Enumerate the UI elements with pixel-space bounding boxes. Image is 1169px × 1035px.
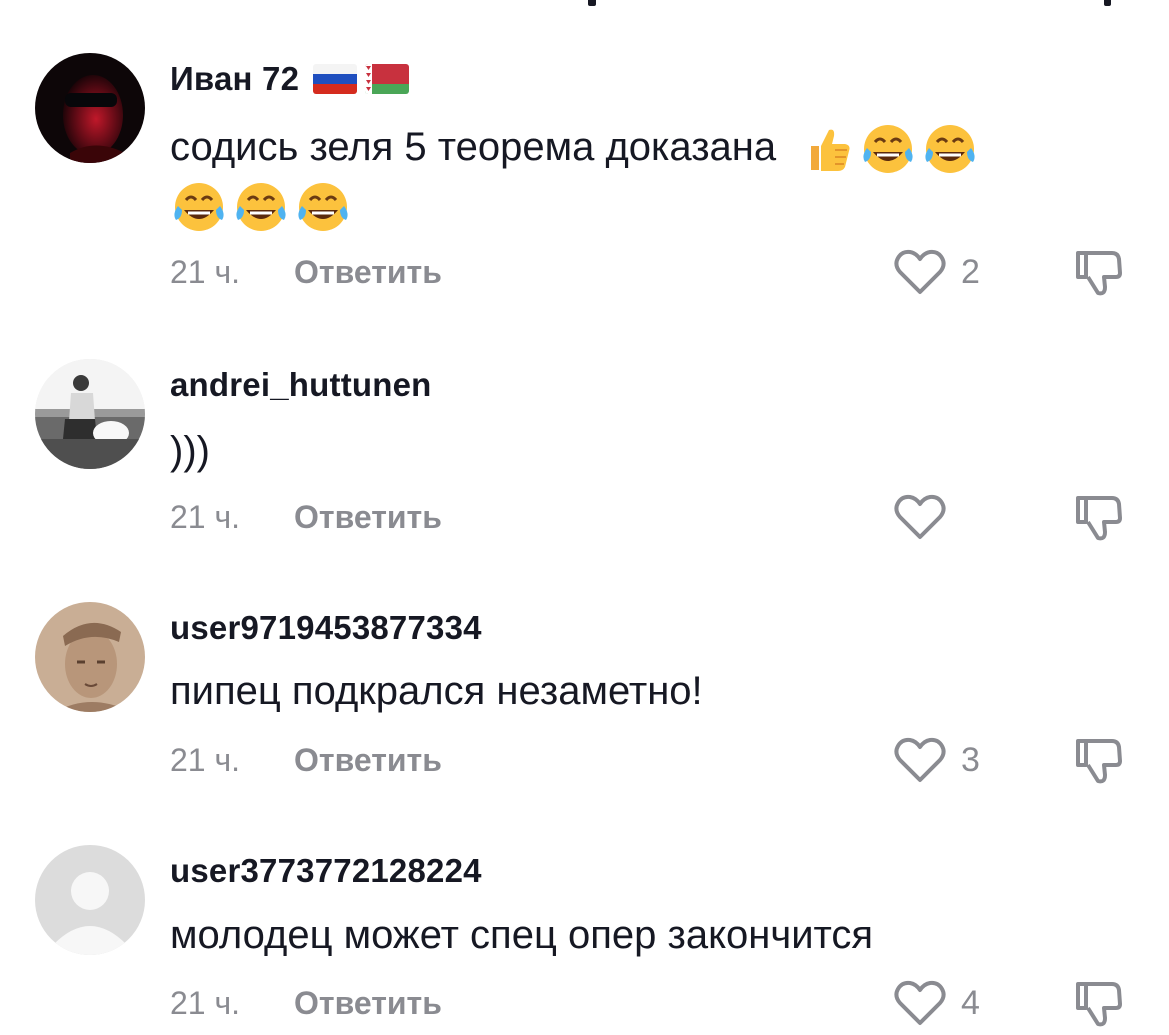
dislike-button[interactable] [1072, 978, 1124, 1030]
reply-button[interactable]: Ответить [294, 742, 442, 779]
avatar[interactable] [35, 602, 145, 712]
like-button[interactable]: 2 [893, 248, 980, 296]
comment-text-content: содись зеля 5 теорема доказана [170, 125, 777, 169]
heart-icon [894, 249, 946, 294]
heart-icon [894, 980, 946, 1025]
comment-text: содись зеля 5 теорема доказана [170, 116, 1130, 236]
like-button[interactable]: 4 [893, 979, 980, 1027]
belarus-flag-icon [365, 64, 410, 94]
tears-of-joy-emoji-icon [863, 125, 913, 174]
tears-of-joy-emoji-icon [298, 183, 348, 232]
avatar[interactable] [35, 53, 145, 163]
like-count: 4 [961, 983, 980, 1022]
username[interactable]: user9719453877334 [170, 609, 482, 647]
avatar[interactable] [35, 845, 145, 955]
thumbs-down-icon [1076, 982, 1122, 1027]
timestamp: 21 ч. [170, 985, 241, 1021]
thumbs-down-icon [1076, 496, 1122, 541]
username[interactable]: andrei_huttunen [170, 366, 432, 404]
timestamp: 21 ч. [170, 742, 241, 778]
tears-of-joy-emoji-icon [174, 183, 224, 232]
tears-of-joy-emoji-icon [925, 125, 975, 174]
timestamp: 21 ч. [170, 499, 241, 535]
dislike-button[interactable] [1072, 735, 1124, 787]
like-button[interactable]: 3 [893, 736, 980, 784]
comment-text: пипец подкрался незаметно! [170, 660, 1130, 722]
comment-text-content: пипец подкрался незаметно! [170, 669, 703, 713]
username[interactable]: Иван 72 [170, 60, 410, 98]
thumbs-down-icon [1076, 739, 1122, 784]
thumbs-up-emoji-icon [811, 130, 850, 172]
username-label[interactable]: user3773772128224 [170, 852, 482, 890]
username-label[interactable]: user9719453877334 [170, 609, 482, 647]
like-count: 2 [961, 252, 980, 291]
reply-button[interactable]: Ответить [294, 254, 442, 291]
dislike-button[interactable] [1072, 492, 1124, 544]
reply-button[interactable]: Ответить [294, 985, 442, 1022]
comment-meta: 21 ч. Ответить [170, 254, 442, 291]
comment-meta: 21 ч. Ответить [170, 742, 442, 779]
comment-text: ))) [170, 420, 1130, 482]
comment-text-content: ))) [170, 429, 210, 473]
comment-text: молодец может спец опер закончится [170, 904, 1130, 966]
comment-meta: 21 ч. Ответить [170, 985, 442, 1022]
heart-icon [894, 494, 946, 539]
reply-button[interactable]: Ответить [294, 499, 442, 536]
like-button[interactable] [893, 493, 961, 541]
username[interactable]: user3773772128224 [170, 852, 482, 890]
comment-text-content: молодец может спец опер закончится [170, 913, 874, 957]
tears-of-joy-emoji-icon [236, 183, 286, 232]
like-count: 3 [961, 740, 980, 779]
username-label[interactable]: andrei_huttunen [170, 366, 432, 404]
thumbs-down-icon [1076, 251, 1122, 296]
avatar[interactable] [35, 359, 145, 469]
username-label[interactable]: Иван 72 [170, 60, 299, 98]
comment-meta: 21 ч. Ответить [170, 499, 442, 536]
timestamp: 21 ч. [170, 254, 241, 290]
clipped-previous-text [0, 0, 1169, 8]
russia-flag-icon [313, 64, 358, 94]
heart-icon [894, 737, 946, 782]
dislike-button[interactable] [1072, 247, 1124, 299]
